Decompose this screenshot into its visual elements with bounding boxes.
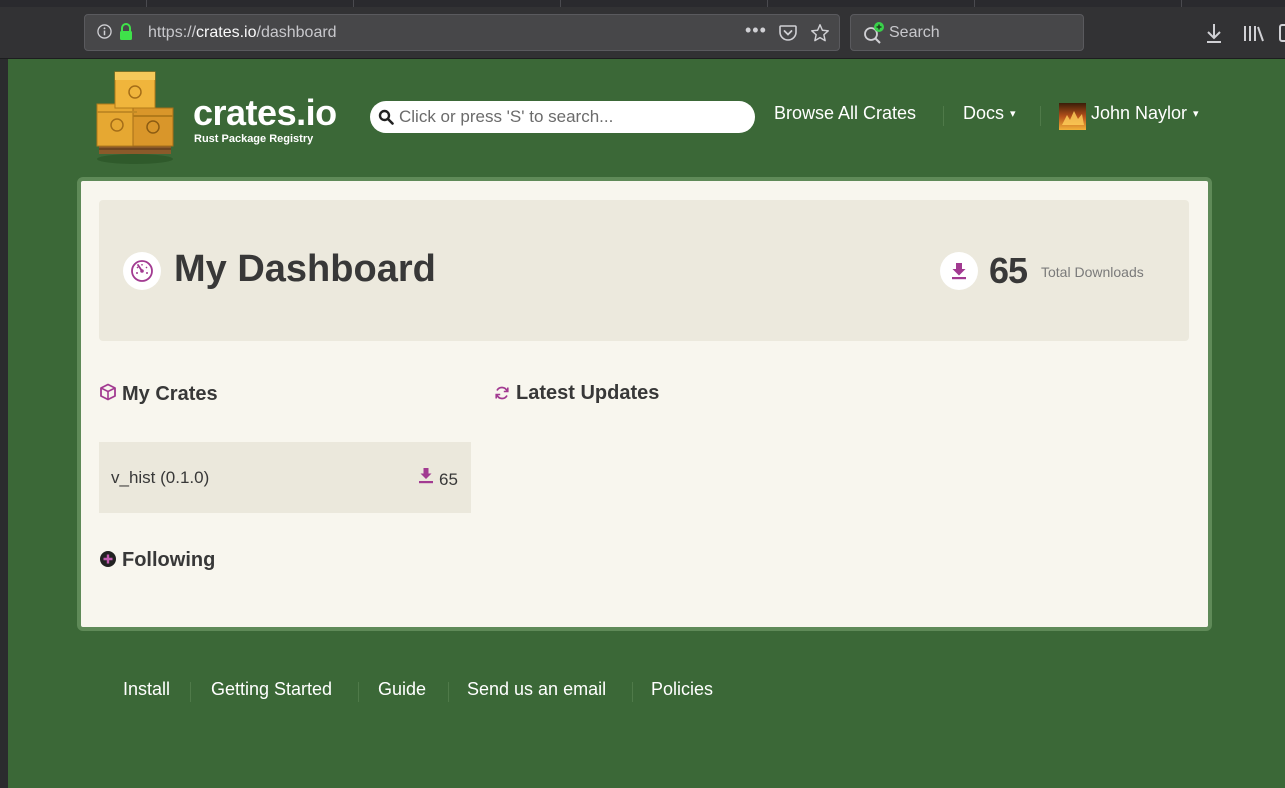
pocket-icon[interactable]: [778, 23, 798, 43]
browser-search-placeholder: Search: [889, 24, 940, 41]
site-logo-subtitle: Rust Package Registry: [194, 133, 314, 145]
dashboard-icon: [123, 252, 161, 290]
lock-icon[interactable]: [119, 23, 133, 41]
footer-link-email[interactable]: Send us an email: [467, 679, 606, 700]
address-bar[interactable]: https://crates.io/dashboard •••: [84, 14, 840, 51]
footer-link-install[interactable]: Install: [123, 679, 170, 700]
nav-divider: [943, 106, 944, 126]
library-icon[interactable]: [1242, 23, 1264, 43]
footer-divider: [190, 682, 191, 702]
crate-downloads-count: 65: [439, 470, 458, 489]
total-downloads-label: Total Downloads: [1041, 264, 1144, 280]
browser-toolbar: https://crates.io/dashboard ••• Search: [0, 0, 1285, 59]
tab-separator: [353, 0, 354, 7]
url-text[interactable]: https://crates.io/dashboard: [148, 24, 337, 42]
download-icon: [940, 252, 978, 290]
info-icon[interactable]: [97, 24, 112, 39]
footer-divider: [632, 682, 633, 702]
footer-link-guide[interactable]: Guide: [378, 679, 426, 700]
tab-separator: [1181, 0, 1182, 7]
footer-divider: [358, 682, 359, 702]
tab-separator: [767, 0, 768, 7]
sidebar-icon[interactable]: [1278, 23, 1285, 43]
nav-divider: [1040, 106, 1041, 126]
chevron-down-icon: ▾: [1193, 108, 1199, 120]
refresh-icon: [495, 386, 509, 400]
url-path: /dashboard: [256, 24, 337, 41]
tab-separator: [974, 0, 975, 7]
user-name: John Naylor: [1091, 103, 1188, 123]
plus-circle-icon: [100, 551, 116, 567]
crate-search-input[interactable]: [399, 105, 739, 129]
tab-separator: [146, 0, 147, 7]
latest-updates-heading: Latest Updates: [516, 382, 660, 404]
url-prefix: https://: [148, 24, 197, 41]
search-engine-icon[interactable]: [861, 21, 887, 45]
browse-all-crates-link[interactable]: Browse All Crates: [774, 103, 916, 124]
browser-search-bar[interactable]: Search: [850, 14, 1084, 51]
total-downloads-count: 65: [989, 250, 1028, 291]
avatar[interactable]: [1059, 103, 1086, 130]
crates-logo-icon[interactable]: [93, 64, 177, 166]
tab-strip: [0, 0, 1285, 7]
site-logo-title[interactable]: crates.io: [193, 92, 337, 134]
cube-icon: [100, 383, 116, 401]
search-icon: [378, 109, 394, 125]
footer-link-policies[interactable]: Policies: [651, 679, 713, 700]
download-icon: [419, 468, 433, 484]
footer-link-getting-started[interactable]: Getting Started: [211, 679, 332, 700]
footer-divider: [448, 682, 449, 702]
page-actions-menu-icon[interactable]: •••: [745, 20, 767, 41]
docs-menu-label: Docs: [963, 103, 1005, 123]
page-title: My Dashboard: [174, 248, 436, 290]
bookmark-star-icon[interactable]: [809, 22, 831, 44]
chevron-down-icon: ▾: [1010, 108, 1016, 120]
crate-search-box[interactable]: [370, 101, 755, 133]
tab-separator: [560, 0, 561, 7]
crate-name-link[interactable]: v_hist (0.1.0): [111, 468, 209, 488]
following-heading: Following: [122, 549, 216, 571]
user-menu[interactable]: John Naylor ▾: [1091, 103, 1199, 124]
my-crates-heading: My Crates: [122, 383, 218, 405]
url-domain: crates.io: [196, 24, 257, 41]
download-icon[interactable]: [1204, 22, 1224, 44]
docs-menu[interactable]: Docs ▾: [963, 103, 1016, 124]
